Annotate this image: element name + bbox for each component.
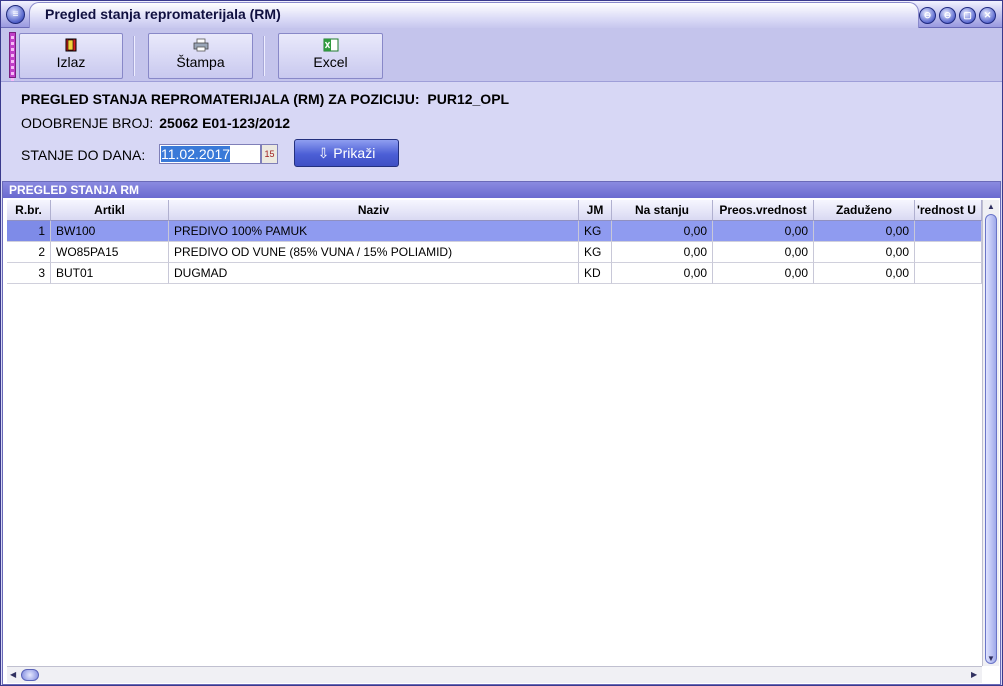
cell-jm: KD <box>579 263 612 284</box>
scroll-right-icon[interactable]: ▶ <box>971 670 977 679</box>
column-header[interactable]: Preos.vrednost <box>713 200 814 221</box>
date-value: 11.02.2017 <box>161 146 231 162</box>
minimize-button[interactable]: ⊖ <box>939 7 956 24</box>
section-title: PREGLED STANJA RM <box>3 182 1000 198</box>
printer-icon <box>193 38 209 52</box>
print-button[interactable]: Štampa <box>148 33 253 79</box>
show-button-label: Prikaži <box>333 145 376 161</box>
excel-button[interactable]: Excel <box>278 33 383 79</box>
toolbar-grip[interactable] <box>9 32 16 81</box>
horizontal-scrollbar[interactable]: ◀ ▶ <box>7 666 982 683</box>
column-header[interactable]: Naziv <box>169 200 579 221</box>
position-heading: PREGLED STANJA REPROMATERIJALA (RM) ZA P… <box>21 91 509 107</box>
position-heading-label: PREGLED STANJA REPROMATERIJALA (RM) ZA P… <box>21 91 420 107</box>
cell-jm: KG <box>579 242 612 263</box>
column-header[interactable]: Na stanju <box>612 200 713 221</box>
arrow-down-icon: ⇩ <box>317 145 330 161</box>
vertical-scrollbar[interactable]: ▲ ▼ <box>982 200 999 666</box>
stock-table[interactable]: R.br. Artikl Naziv JM Na stanju Preos.vr… <box>7 200 982 666</box>
scroll-up-icon[interactable]: ▲ <box>987 202 995 211</box>
cell-jm: KG <box>579 221 612 242</box>
exit-icon <box>63 38 79 52</box>
approval-line: ODOBRENJE BROJ: 25062 E01-123/2012 <box>21 115 290 131</box>
column-header[interactable]: R.br. <box>7 200 51 221</box>
column-header[interactable]: Artikl <box>51 200 169 221</box>
excel-icon <box>323 38 339 52</box>
calendar-icon[interactable]: 15 <box>261 144 278 164</box>
table-row[interactable]: 3 BUT01 DUGMAD KD 0,00 0,00 0,00 <box>7 263 982 284</box>
cell-preos: 0,00 <box>713 242 814 263</box>
cell-rbr: 1 <box>7 221 51 242</box>
date-label: STANJE DO DANA: <box>21 147 146 163</box>
scroll-down-icon[interactable]: ▼ <box>987 654 995 663</box>
exit-label: Izlaz <box>56 54 86 70</box>
table-row[interactable]: 1 BW100 PREDIVO 100% PAMUK KG 0,00 0,00 … <box>7 221 982 242</box>
cell-na-stanju: 0,00 <box>612 242 713 263</box>
cell-naziv: DUGMAD <box>169 263 579 284</box>
cell-na-stanju: 0,00 <box>612 263 713 284</box>
cell-rbr: 3 <box>7 263 51 284</box>
cell-zaduzeno: 0,00 <box>814 221 915 242</box>
cell-na-stanju: 0,00 <box>612 221 713 242</box>
cell-naziv: PREDIVO 100% PAMUK <box>169 221 579 242</box>
close-button[interactable]: ✕ <box>979 7 996 24</box>
toolbar-separator <box>263 36 265 76</box>
approval-label: ODOBRENJE BROJ: <box>21 115 154 131</box>
cell-rbr: 2 <box>7 242 51 263</box>
column-header[interactable]: Zaduženo <box>814 200 915 221</box>
filter-panel: PREGLED STANJA REPROMATERIJALA (RM) ZA P… <box>1 83 1002 181</box>
app-window: ≡ Pregled stanja repromaterijala (RM) ⊖ … <box>0 0 1003 686</box>
cell-zaduzeno: 0,00 <box>814 263 915 284</box>
position-code: PUR12_OPL <box>427 91 510 107</box>
horizontal-scroll-thumb[interactable] <box>21 669 39 681</box>
cell-artikl: WO85PA15 <box>51 242 169 263</box>
stock-overview-panel: PREGLED STANJA RM R.br. Artikl Naziv JM … <box>2 181 1001 685</box>
window-title: Pregled stanja repromaterijala (RM) <box>45 6 281 22</box>
cell-artikl: BUT01 <box>51 263 169 284</box>
show-button[interactable]: ⇩ Prikaži <box>294 139 399 167</box>
rollup-button[interactable]: ⊖ <box>919 7 936 24</box>
excel-label: Excel <box>313 54 348 70</box>
table-header: R.br. Artikl Naziv JM Na stanju Preos.vr… <box>7 200 982 221</box>
maximize-button[interactable]: ▢ <box>959 7 976 24</box>
exit-button[interactable]: Izlaz <box>19 33 123 79</box>
cell-preos: 0,00 <box>713 221 814 242</box>
date-field[interactable]: 11.02.2017 <box>159 144 261 164</box>
column-header[interactable]: 'rednost U <box>915 200 982 221</box>
cell-naziv: PREDIVO OD VUNE (85% VUNA / 15% POLIAMID… <box>169 242 579 263</box>
toolbar: Izlaz Štampa Excel <box>1 28 1002 82</box>
system-menu-icon[interactable]: ≡ <box>6 5 25 24</box>
scroll-left-icon[interactable]: ◀ <box>10 670 16 679</box>
vertical-scroll-thumb[interactable] <box>985 214 997 664</box>
toolbar-separator <box>133 36 135 76</box>
print-label: Štampa <box>176 54 225 70</box>
approval-number: 25062 E01-123/2012 <box>159 115 291 131</box>
cell-vrednost <box>915 242 982 263</box>
cell-artikl: BW100 <box>51 221 169 242</box>
cell-vrednost <box>915 263 982 284</box>
title-bar[interactable]: ≡ Pregled stanja repromaterijala (RM) ⊖ … <box>1 1 1002 28</box>
cell-zaduzeno: 0,00 <box>814 242 915 263</box>
cell-preos: 0,00 <box>713 263 814 284</box>
column-header[interactable]: JM <box>579 200 612 221</box>
cell-vrednost <box>915 221 982 242</box>
table-row[interactable]: 2 WO85PA15 PREDIVO OD VUNE (85% VUNA / 1… <box>7 242 982 263</box>
